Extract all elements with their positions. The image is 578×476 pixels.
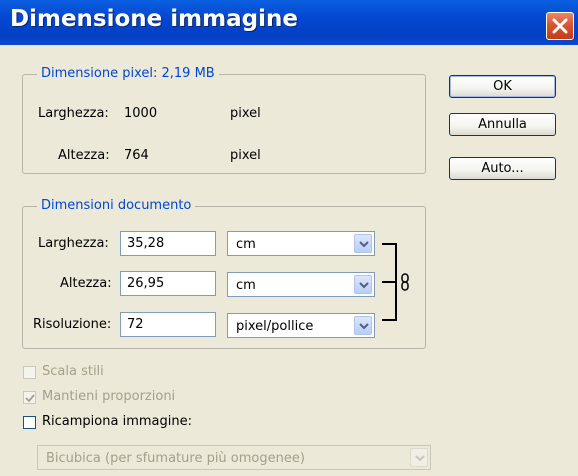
doc-height-unit-dropdown-button[interactable] bbox=[354, 275, 372, 294]
doc-height-unit-value: cm bbox=[236, 278, 256, 293]
resample-label: Ricampiona immagine: bbox=[42, 414, 192, 429]
pixel-width-label: Larghezza: bbox=[38, 106, 109, 121]
resolution-unit-dropdown-button[interactable] bbox=[354, 316, 372, 335]
resample-method-dropdown-button[interactable] bbox=[410, 448, 428, 467]
pixel-height-unit: pixel bbox=[230, 148, 261, 163]
resolution-unit-select[interactable]: pixel/pollice bbox=[227, 313, 375, 338]
resample-method-select[interactable]: Bicubica (per sfumature più omogenee) bbox=[37, 445, 431, 470]
pixel-width-value: 1000 bbox=[124, 106, 158, 121]
chevron-down-icon bbox=[359, 241, 369, 248]
pixel-height-value: 764 bbox=[124, 148, 149, 163]
chevron-down-icon bbox=[359, 323, 369, 330]
close-button[interactable] bbox=[546, 12, 574, 40]
doc-width-input[interactable] bbox=[120, 231, 216, 256]
doc-width-label: Larghezza: bbox=[38, 236, 109, 251]
title-bar[interactable]: Dimensione immagine bbox=[0, 0, 578, 45]
window-title: Dimensione immagine bbox=[10, 6, 298, 32]
cancel-button[interactable]: Annulla bbox=[449, 113, 556, 136]
doc-height-label: Altezza: bbox=[60, 276, 112, 291]
resample-method-value: Bicubica (per sfumature più omogenee) bbox=[46, 451, 305, 466]
scale-styles-label: Scala stili bbox=[42, 364, 104, 379]
doc-height-unit-select[interactable]: cm bbox=[227, 272, 375, 297]
chevron-down-icon bbox=[415, 455, 425, 462]
pixel-height-label: Altezza: bbox=[58, 148, 110, 163]
doc-width-unit-dropdown-button[interactable] bbox=[354, 234, 372, 253]
checkmark-icon bbox=[25, 394, 35, 403]
pixel-width-unit: pixel bbox=[230, 106, 261, 121]
constrain-proportions-label: Mantieni proporzioni bbox=[42, 389, 176, 404]
chain-link-icon bbox=[401, 273, 409, 291]
close-icon bbox=[552, 18, 568, 34]
doc-height-input[interactable] bbox=[120, 271, 216, 296]
chevron-down-icon bbox=[359, 282, 369, 289]
resample-checkbox[interactable] bbox=[23, 416, 36, 429]
scale-styles-checkbox[interactable] bbox=[23, 366, 36, 379]
constrain-proportions-checkbox[interactable] bbox=[23, 391, 36, 404]
resolution-label: Risoluzione: bbox=[33, 317, 112, 332]
doc-width-unit-value: cm bbox=[236, 237, 256, 252]
resolution-input[interactable] bbox=[120, 312, 216, 337]
auto-button[interactable]: Auto... bbox=[449, 157, 556, 180]
ok-button[interactable]: OK bbox=[449, 75, 556, 98]
doc-width-unit-select[interactable]: cm bbox=[227, 231, 375, 256]
resolution-unit-value: pixel/pollice bbox=[236, 319, 314, 334]
pixel-dimensions-legend: Dimensione pixel: 2,19 MB bbox=[37, 66, 219, 81]
document-size-legend: Dimensioni documento bbox=[37, 198, 196, 213]
